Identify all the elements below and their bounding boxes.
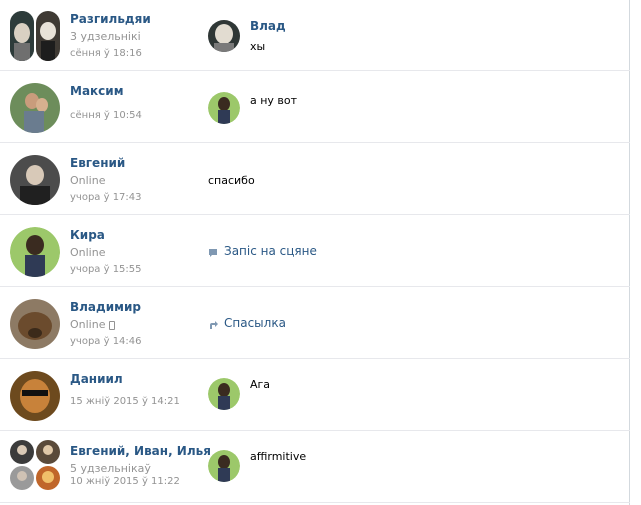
avatar xyxy=(10,466,34,490)
phone-icon xyxy=(109,320,116,330)
last-sender-avatar xyxy=(208,378,240,410)
online-status: Online xyxy=(70,246,106,259)
online-status: Online xyxy=(70,318,116,331)
attachment-wall-post[interactable]: Запіс на сцяне xyxy=(208,244,317,258)
avatar xyxy=(36,440,60,464)
online-status: Online xyxy=(70,174,106,187)
conversation-row[interactable]: Кира Online учора ў 15:55 Запіс на сцяне xyxy=(0,216,630,287)
last-message: affirmitive xyxy=(250,450,307,463)
conversation-name[interactable]: Евгений xyxy=(70,156,125,170)
conversation-time: 10 жніў 2015 ў 11:22 xyxy=(70,476,180,487)
conversation-row[interactable]: Евгений Online учора ў 17:43 спасибо xyxy=(0,144,630,215)
last-sender-avatar xyxy=(208,450,240,482)
share-arrow-icon xyxy=(208,319,218,329)
last-sender-avatar xyxy=(208,20,240,52)
conversation-name[interactable]: Разгильдяи xyxy=(70,12,151,26)
conversation-time: сёння ў 10:54 xyxy=(70,110,142,121)
participants-count: 5 удзельнікаў xyxy=(70,462,151,475)
participants-count: 3 удзельнікі xyxy=(70,30,141,43)
conversation-name[interactable]: Евгений, Иван, Илья xyxy=(70,444,211,458)
group-avatar[interactable] xyxy=(10,440,60,490)
conversation-time: сёння ў 18:16 xyxy=(70,48,142,59)
conversation-name[interactable]: Максим xyxy=(70,84,124,98)
avatar xyxy=(10,11,34,61)
conversation-time: 15 жніў 2015 ў 14:21 xyxy=(70,396,180,407)
avatar[interactable] xyxy=(10,371,60,421)
last-sender-avatar xyxy=(208,92,240,124)
avatar[interactable] xyxy=(10,299,60,349)
conversation-list: Разгильдяи 3 удзельнікі сёння ў 18:16 Вл… xyxy=(0,0,630,505)
conversation-row[interactable]: Владимир Online учора ў 14:46 Спасылка xyxy=(0,288,630,359)
conversation-time: учора ў 14:46 xyxy=(70,336,142,347)
last-message: а ну вот xyxy=(250,94,298,107)
last-sender-name[interactable]: Влад xyxy=(250,19,286,33)
avatar[interactable] xyxy=(10,227,60,277)
conversation-name[interactable]: Кира xyxy=(70,228,105,242)
avatar xyxy=(36,466,60,490)
attachment-link[interactable]: Спасылка xyxy=(208,316,286,330)
conversation-row[interactable]: Даниил 15 жніў 2015 ў 14:21 Ага xyxy=(0,360,630,431)
conversation-name[interactable]: Даниил xyxy=(70,372,123,386)
avatar xyxy=(36,11,60,61)
conversation-time: учора ў 17:43 xyxy=(70,192,142,203)
conversation-row[interactable]: Максим сёння ў 10:54 а ну вот xyxy=(0,72,630,143)
speech-bubble-icon xyxy=(208,247,218,257)
avatar xyxy=(10,440,34,464)
conversation-row[interactable]: Разгильдяи 3 удзельнікі сёння ў 18:16 Вл… xyxy=(0,0,630,71)
avatar[interactable] xyxy=(10,155,60,205)
avatar[interactable] xyxy=(10,83,60,133)
last-message: хы xyxy=(250,40,266,53)
last-message: Ага xyxy=(250,378,271,391)
group-avatar[interactable] xyxy=(10,11,60,61)
last-message: спасибо xyxy=(208,174,255,187)
conversation-name[interactable]: Владимир xyxy=(70,300,141,314)
conversation-time: учора ў 15:55 xyxy=(70,264,142,275)
conversation-row[interactable]: Евгений, Иван, Илья 5 удзельнікаў 10 жні… xyxy=(0,432,630,503)
